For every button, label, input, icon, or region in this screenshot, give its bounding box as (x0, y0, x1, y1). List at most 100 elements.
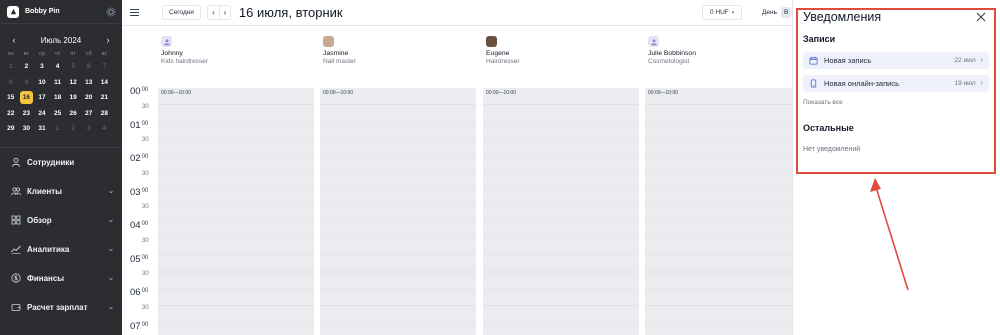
calendar-day[interactable]: 27 (81, 106, 97, 122)
brand-name[interactable]: Bobby Pin (25, 8, 106, 15)
staff-schedule-column[interactable]: 00:00—10:00 (645, 88, 801, 335)
show-all-link[interactable]: Показать все (803, 99, 843, 106)
view-mode-select[interactable]: День В (762, 5, 792, 20)
sidebar-item-4[interactable]: Финансы ⌄ (8, 264, 114, 293)
dollar-icon (11, 273, 21, 283)
minute-label: 00 (141, 254, 149, 261)
hour-label: 0000 (130, 86, 149, 97)
calendar-day[interactable]: 20 (81, 90, 97, 106)
minute-label: 00 (141, 154, 149, 160)
weekday-label: вс (101, 51, 108, 57)
records-section-title: Записи (803, 34, 836, 44)
staff-member[interactable]: Johnny Kids hairdresser (161, 36, 311, 65)
chevron-down-icon: ⌄ (108, 304, 114, 311)
staff-member[interactable]: Eugene Hairdresser (486, 36, 636, 65)
calendar-day[interactable]: 5 (65, 59, 81, 75)
calendar-day[interactable]: 31 (34, 121, 50, 137)
staff-schedule-column[interactable]: 00:00—10:00 (320, 88, 476, 335)
calendar-day[interactable]: 11 (50, 75, 66, 91)
calendar-day[interactable]: 29 (3, 121, 19, 137)
calendar-day[interactable]: 4 (97, 121, 113, 137)
calendar-day[interactable]: 30 (19, 121, 35, 137)
chevron-left-icon[interactable]: ‹ (8, 35, 20, 45)
calendar-day-number: 20 (85, 94, 93, 101)
calendar-day[interactable]: 22 (3, 106, 19, 122)
sidebar-item-label: Клиенты (27, 186, 62, 196)
phone-icon (810, 79, 817, 88)
working-hours-label: 00:00—10:00 (323, 90, 354, 96)
calendar-day-number: 4 (55, 63, 60, 70)
sidebar-item-5[interactable]: Расчет зарплат ⌄ (8, 293, 114, 322)
gear-icon[interactable] (106, 7, 116, 17)
calendar-day[interactable]: 3 (34, 59, 50, 75)
calendar-day[interactable]: 18 (50, 90, 66, 106)
half-hour-label: 30 (142, 271, 149, 278)
calendar-day[interactable]: 8 (3, 75, 19, 91)
sidebar-item-2[interactable]: Обзор ⌄ (8, 206, 114, 235)
chevron-down-icon: ⌄ (108, 217, 114, 224)
calendar-day[interactable]: 21 (97, 90, 113, 106)
calendar-day[interactable]: 1 (3, 59, 19, 75)
calendar-day[interactable]: 26 (65, 106, 81, 122)
half-hour-label: 30 (142, 170, 149, 177)
weekday-label: ср (39, 51, 45, 57)
time-slot-label: 30 (122, 170, 158, 187)
calendar-day[interactable]: 13 (81, 75, 97, 91)
notification-new-online-booking[interactable]: Новая онлайн-запись 19 июл › (803, 75, 989, 92)
calendar-day[interactable]: 2 (19, 59, 35, 75)
calendar-day-number: 25 (53, 109, 62, 117)
calendar-day[interactable]: 28 (97, 106, 113, 122)
calendar-day[interactable]: 14 (97, 75, 113, 91)
menu-icon[interactable] (130, 6, 144, 20)
next-day-button[interactable]: › (218, 6, 230, 19)
currency-select[interactable]: 0 HUF ▾ (702, 5, 743, 20)
staff-name: Johnny (161, 50, 183, 57)
calendar-day[interactable]: 24 (34, 106, 50, 122)
half-hour-label: 30 (142, 304, 149, 311)
calendar-day-number: 6 (86, 63, 91, 70)
grid-icon (11, 215, 21, 225)
time-slot-label: 30 (122, 304, 158, 321)
calendar-day[interactable]: 9 (19, 75, 35, 91)
calendar-day[interactable]: 12 (65, 75, 81, 91)
users-icon (11, 187, 21, 196)
today-button[interactable]: Сегодня (162, 5, 201, 20)
calendar-day[interactable]: 1 (50, 121, 66, 137)
calendar-day-selected[interactable]: 16 (19, 90, 35, 106)
calendar-day[interactable]: 10 (34, 75, 50, 91)
calendar-day[interactable]: 6 (81, 59, 97, 75)
prev-day-button[interactable]: ‹ (208, 6, 219, 19)
notification-new-booking[interactable]: Новая запись 22 июл › (803, 52, 989, 69)
calendar-day[interactable]: 25 (50, 106, 66, 122)
calendar-day-number: 5 (71, 63, 75, 70)
minute-label: 00 (141, 221, 149, 227)
calendar-day[interactable]: 19 (65, 90, 81, 106)
calendar-day-number: 30 (22, 125, 30, 132)
calendar-day[interactable]: 15 (3, 90, 19, 106)
chevron-right-icon[interactable]: › (102, 35, 114, 45)
avatar (161, 36, 172, 47)
staff-member[interactable]: Julie Bobbinson Cosmetologist (648, 36, 798, 65)
calendar-day-number: 17 (38, 94, 46, 101)
calendar-day-number: 26 (69, 109, 77, 117)
staff-schedule-column[interactable]: 00:00—10:00 (158, 88, 314, 335)
calendar-day[interactable]: 23 (19, 106, 35, 122)
time-slot-label: 0200 (122, 153, 158, 170)
calendar-day[interactable]: 2 (65, 121, 81, 137)
calendar-day[interactable]: 4 (50, 59, 66, 75)
time-slot-label: 0500 (122, 254, 158, 271)
staff-schedule-column[interactable]: 00:00—10:00 (483, 88, 639, 335)
chevron-down-icon: ⌄ (108, 188, 114, 195)
mini-calendar: пн вт ср чт пт сб вс 1 2 3 4 5 6 7 8 9 10 11 12 13 14 15 16 17 1… (0, 50, 122, 137)
staff-member[interactable]: Jasmine Nail master (323, 36, 473, 65)
calendar-day[interactable]: 17 (34, 90, 50, 106)
sidebar-item-0[interactable]: Сотрудники (8, 148, 114, 177)
calendar-day[interactable]: 7 (97, 59, 113, 75)
calendar-day[interactable]: 3 (81, 121, 97, 137)
half-hour-label: 30 (142, 103, 149, 110)
sidebar-item-1[interactable]: Клиенты ⌄ (8, 177, 114, 206)
avatar (323, 36, 334, 47)
sidebar-item-3[interactable]: Аналитика ⌄ (8, 235, 114, 264)
close-icon[interactable] (976, 12, 986, 22)
chevron-down-icon: ▾ (731, 9, 735, 16)
